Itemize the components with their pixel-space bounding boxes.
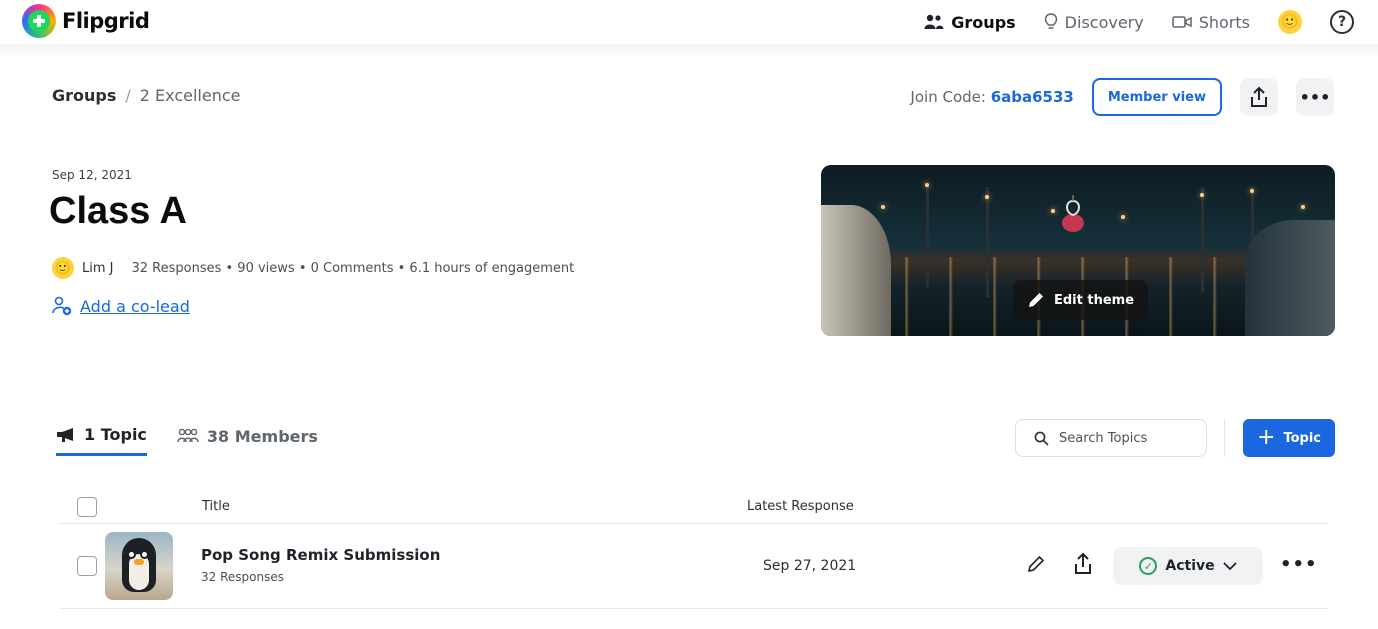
edit-topic-button[interactable] xyxy=(1026,554,1046,579)
row-checkbox[interactable] xyxy=(77,556,97,576)
share-icon xyxy=(1075,552,1091,574)
breadcrumb: Groups / 2 Excellence xyxy=(52,86,241,105)
add-colead-label: Add a co-lead xyxy=(80,296,190,316)
pencil-icon xyxy=(1029,293,1043,307)
chevron-down-icon xyxy=(1222,562,1237,571)
topic-thumbnail[interactable] xyxy=(105,532,173,600)
share-button[interactable] xyxy=(1240,78,1278,116)
group-date: Sep 12, 2021 xyxy=(52,168,132,182)
tab-members[interactable]: 38 Members xyxy=(177,425,318,456)
topic-latest-response: Sep 27, 2021 xyxy=(763,558,857,574)
nav-groups-label: Groups xyxy=(951,12,1016,32)
owner-avatar: 🙂 xyxy=(52,257,74,279)
join-code-text: Join Code: 6aba6533 xyxy=(910,88,1073,106)
group-stats: 32 Responses • 90 views • 0 Comments • 6… xyxy=(131,260,575,276)
nav-shorts[interactable]: Shorts xyxy=(1171,12,1250,32)
column-latest-response: Latest Response xyxy=(747,499,854,514)
group-actions: Join Code: 6aba6533 Member view ••• xyxy=(910,78,1334,116)
status-dropdown[interactable]: ✓ Active xyxy=(1113,547,1263,585)
search-placeholder: Search Topics xyxy=(1059,430,1148,446)
select-all-checkbox[interactable] xyxy=(77,497,97,517)
check-circle-icon: ✓ xyxy=(1139,557,1158,575)
group-meta: 🙂 Lim J 32 Responses • 90 views • 0 Comm… xyxy=(52,257,574,279)
pencil-outline-icon xyxy=(1027,555,1045,573)
share-icon xyxy=(1251,86,1267,107)
top-navigation: Flipgrid Groups Discovery Shorts 🙂 ? xyxy=(0,0,1378,44)
row-more-options[interactable]: ••• xyxy=(1280,554,1318,575)
add-colead-link[interactable]: Add a co-lead xyxy=(52,296,190,316)
nav-groups[interactable]: Groups xyxy=(924,12,1016,32)
edit-theme-label: Edit theme xyxy=(1054,292,1135,308)
tab-topics[interactable]: 1 Topic xyxy=(56,425,147,456)
nav-discovery[interactable]: Discovery xyxy=(1044,13,1144,32)
banner-rock-right xyxy=(1245,220,1335,336)
breadcrumb-current: 2 Excellence xyxy=(139,86,241,105)
banner-rock-left xyxy=(821,205,891,336)
add-topic-button[interactable]: + Topic xyxy=(1243,419,1335,457)
plus-icon: + xyxy=(1257,425,1276,450)
group-tabs: 1 Topic 38 Members xyxy=(56,425,318,456)
search-topics-input[interactable]: Search Topics xyxy=(1015,419,1207,457)
brand-name: Flipgrid xyxy=(62,9,150,33)
edit-theme-button[interactable]: Edit theme xyxy=(1013,280,1149,320)
nav-discovery-label: Discovery xyxy=(1064,12,1144,32)
join-code-value[interactable]: 6aba6533 xyxy=(991,88,1074,106)
video-camera-icon xyxy=(1171,16,1192,28)
theme-banner: Edit theme xyxy=(821,165,1335,336)
lightbulb-icon xyxy=(1044,13,1057,29)
megaphone-icon xyxy=(57,427,73,442)
topics-table-header: Title Latest Response xyxy=(60,495,1328,524)
page-title: Class A xyxy=(49,190,187,232)
flipgrid-logo[interactable]: Flipgrid xyxy=(22,4,150,38)
help-icon[interactable]: ? xyxy=(1330,10,1354,34)
breadcrumb-separator: / xyxy=(125,86,131,105)
table-row[interactable]: Pop Song Remix Submission 32 Responses S… xyxy=(60,524,1328,609)
add-person-icon xyxy=(52,296,72,316)
status-label: Active xyxy=(1165,558,1215,574)
topic-title[interactable]: Pop Song Remix Submission xyxy=(201,546,440,564)
column-title: Title xyxy=(202,499,230,514)
tab-topics-label: 1 Topic xyxy=(84,425,147,444)
tab-members-label: 38 Members xyxy=(206,426,318,446)
join-code-label: Join Code: xyxy=(910,88,991,106)
nav-shadow xyxy=(0,44,1378,58)
lantern-figure xyxy=(1062,195,1084,232)
nav-shorts-label: Shorts xyxy=(1198,12,1250,32)
member-view-button[interactable]: Member view xyxy=(1091,78,1222,116)
flipgrid-logo-icon xyxy=(22,4,56,38)
more-options-button[interactable]: ••• xyxy=(1296,78,1334,116)
groups-icon xyxy=(924,14,944,29)
owner-name: Lim J xyxy=(82,260,114,276)
nav-menu: Groups Discovery Shorts 🙂 ? xyxy=(924,0,1354,44)
user-avatar[interactable]: 🙂 xyxy=(1278,10,1302,34)
topic-response-count: 32 Responses xyxy=(201,570,284,584)
search-icon xyxy=(1034,431,1049,446)
add-topic-label: Topic xyxy=(1283,430,1321,446)
members-icon xyxy=(177,428,199,443)
toolbar-divider xyxy=(1224,419,1225,457)
breadcrumb-groups-link[interactable]: Groups xyxy=(52,86,116,105)
share-topic-button[interactable] xyxy=(1073,552,1093,580)
